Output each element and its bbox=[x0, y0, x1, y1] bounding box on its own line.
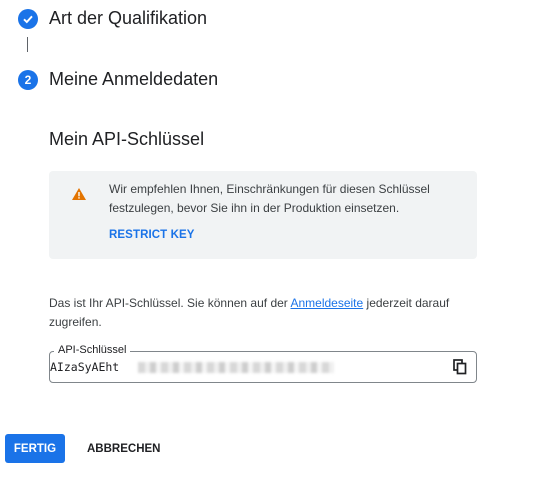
step-1-title: Art der Qualifikation bbox=[49, 8, 208, 28]
api-key-field[interactable]: API-Schlüssel AIzaSyAEht bbox=[49, 344, 477, 383]
restrict-key-link[interactable]: RESTRICT KEY bbox=[109, 229, 195, 241]
api-key-label: API-Schlüssel bbox=[54, 344, 131, 356]
step-2-title: Meine Anmeldedaten bbox=[49, 69, 219, 89]
warning-text: Wir empfehlen Ihnen, Einschränkungen für… bbox=[109, 182, 430, 215]
step-connector bbox=[27, 37, 28, 52]
warning-box: Wir empfehlen Ihnen, Einschränkungen für… bbox=[49, 171, 477, 259]
check-icon bbox=[18, 8, 38, 29]
section-title: Mein API-Schlüssel bbox=[49, 129, 205, 149]
info-text: Das ist Ihr API-Schlüssel. Sie können au… bbox=[49, 294, 469, 332]
step-2: 2 Meine Anmeldedaten bbox=[18, 69, 218, 90]
credentials-page-link[interactable]: Anmeldeseite bbox=[290, 296, 363, 310]
copy-icon[interactable] bbox=[453, 359, 467, 375]
api-key-value[interactable]: AIzaSyAEht bbox=[50, 360, 119, 374]
done-button[interactable]: FERTIG bbox=[5, 434, 65, 463]
cancel-button[interactable]: ABBRECHEN bbox=[78, 434, 169, 463]
step-1: Art der Qualifikation bbox=[18, 8, 207, 29]
step-2-number: 2 bbox=[18, 69, 38, 90]
info-text-before: Das ist Ihr API-Schlüssel. Sie können au… bbox=[49, 296, 291, 310]
warning-triangle-icon bbox=[72, 188, 86, 200]
api-key-redacted bbox=[138, 362, 334, 373]
